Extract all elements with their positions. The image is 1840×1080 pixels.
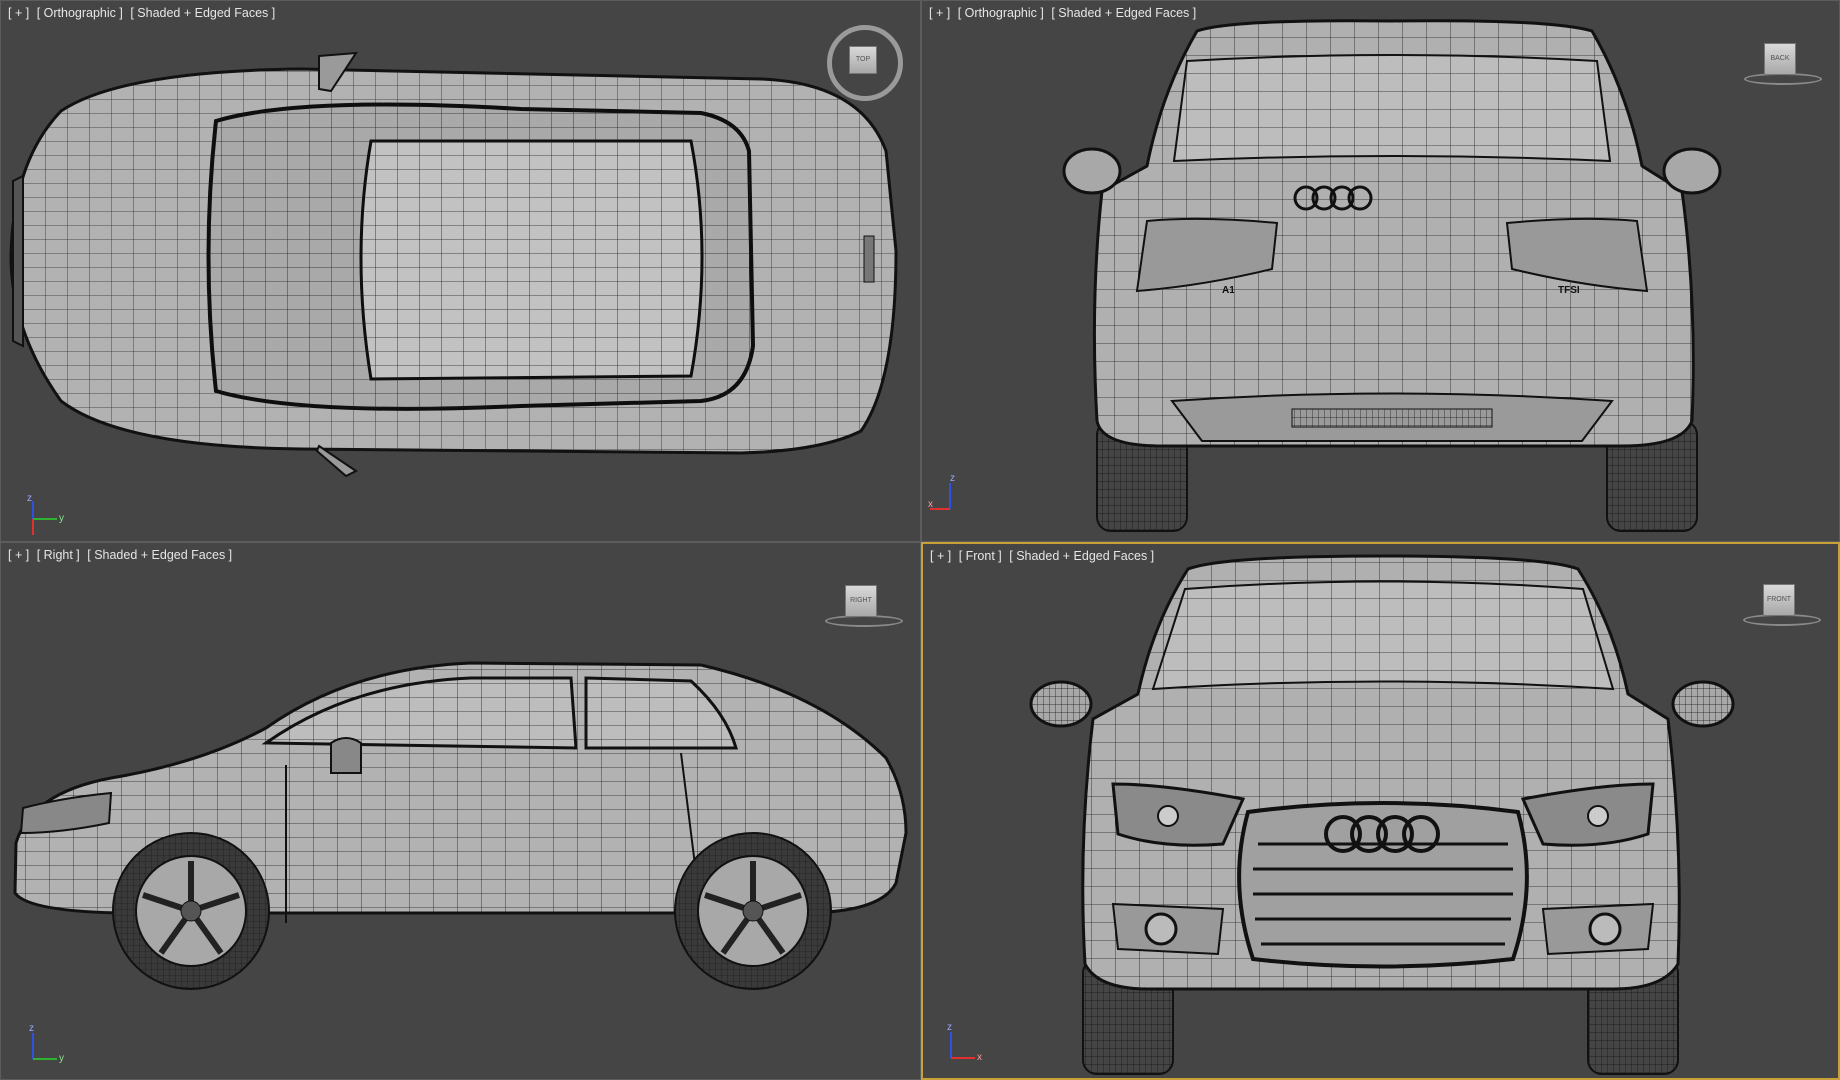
axis-tripod: z x xyxy=(928,473,955,510)
viewport-top[interactable]: [ + ] [ Orthographic ] [ Shaded + Edged … xyxy=(0,0,921,542)
viewport-right[interactable]: [ + ] [ Right ] [ Shaded + Edged Faces ]… xyxy=(0,542,921,1080)
rear-wheel xyxy=(674,832,832,990)
axis-z-label: z xyxy=(29,1023,34,1034)
car-top-view xyxy=(9,51,898,478)
car-front-view xyxy=(1029,554,1735,1075)
viewport-back[interactable]: [ + ] [ Orthographic ] [ Shaded + Edged … xyxy=(921,0,1840,542)
viewport-front[interactable]: [ + ] [ Front ] [ Shaded + Edged Faces ]… xyxy=(921,542,1840,1080)
car-side-view xyxy=(13,661,908,990)
axis-z-label: z xyxy=(27,493,32,504)
axis-tripod: z x xyxy=(947,1022,982,1063)
viewport-grid: [ + ] [ Orthographic ] [ Shaded + Edged … xyxy=(0,0,1840,1080)
axis-x-label: x xyxy=(928,499,933,510)
front-wheel xyxy=(112,832,270,990)
axis-z-label: z xyxy=(947,1022,952,1033)
axis-tripod: z y xyxy=(29,1023,64,1064)
badge-a1: A1 xyxy=(1222,285,1235,296)
axis-y-label: y xyxy=(59,1053,64,1064)
axis-z-label: z xyxy=(950,473,955,484)
car-back-view: A1 TFSI xyxy=(1062,19,1722,532)
axis-y-label: y xyxy=(59,513,64,524)
axis-x-label: x xyxy=(977,1052,982,1063)
badge-tfsi: TFSI xyxy=(1558,285,1580,296)
axis-tripod: z y xyxy=(27,493,64,535)
